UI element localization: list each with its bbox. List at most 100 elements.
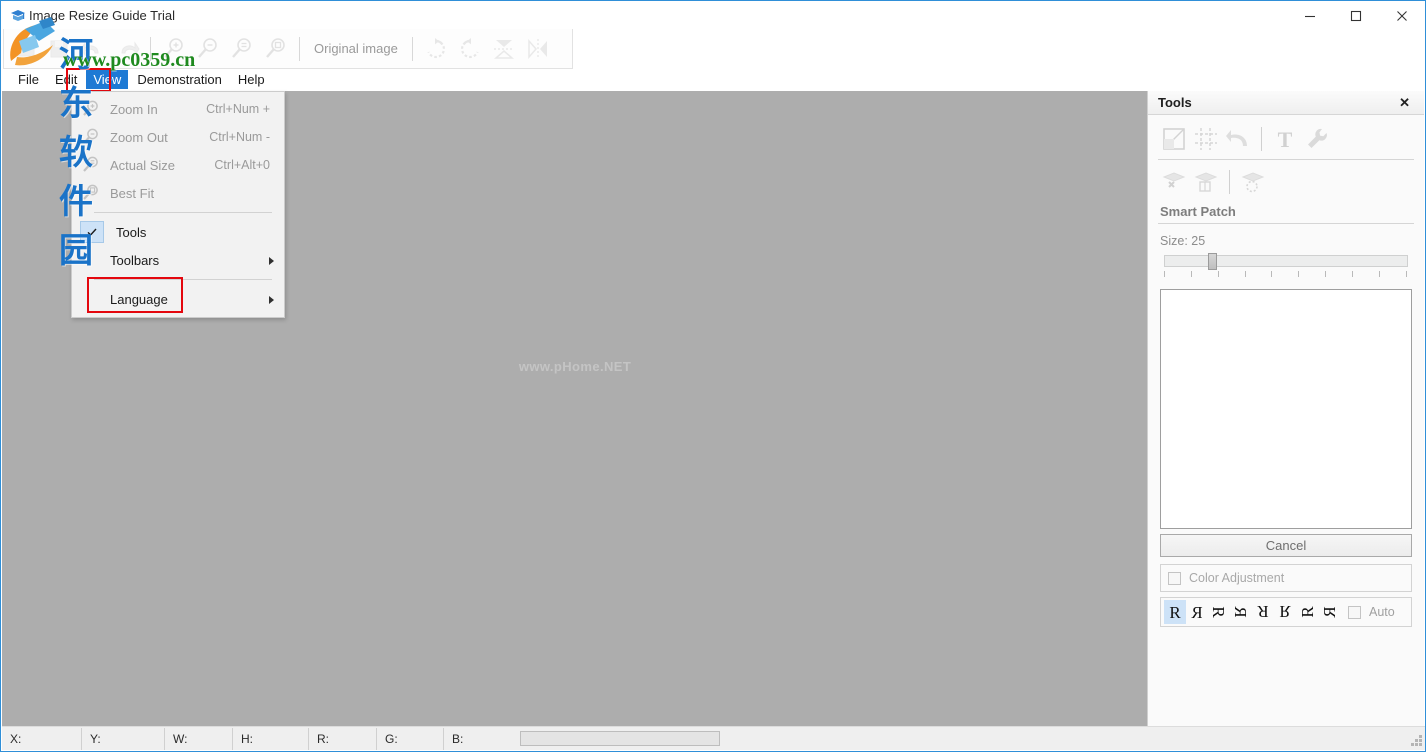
svg-text:R: R [1209,606,1228,618]
color-adjustment-label: Color Adjustment [1189,571,1285,585]
tools-divider-1 [1158,159,1414,160]
menu-view[interactable]: View [86,70,129,89]
menu-item-language[interactable]: Language [72,285,284,313]
crop-grid-icon[interactable] [1190,123,1222,155]
smart-patch-icon[interactable] [1237,166,1269,198]
best-fit-icon [76,179,106,207]
original-image-label[interactable]: Original image [306,41,406,56]
orientation-0[interactable]: R [1164,600,1186,624]
title-bar: Image Resize Guide Trial [1,1,1425,31]
menu-item-label: Zoom Out [110,129,168,145]
undo-icon[interactable] [76,32,110,66]
best-fit-icon[interactable] [259,32,293,66]
tools-divider-2 [1158,223,1414,224]
zoom-out-icon[interactable] [191,32,225,66]
menu-item-zoom-in[interactable]: Zoom In Ctrl+Num + [72,95,284,123]
app-icon [9,7,27,25]
menu-item-best-fit[interactable]: Best Fit [72,179,284,207]
wrench-icon[interactable] [1301,123,1333,155]
status-w: W: [165,727,233,750]
auto-label: Auto [1369,605,1395,619]
menu-help[interactable]: Help [231,70,272,89]
tools-panel-header: Tools ✕ [1148,91,1424,115]
slider-ticks [1164,271,1408,281]
menu-file[interactable]: File [11,70,46,89]
chevron-right-icon [269,296,274,304]
status-b: B: [452,731,464,746]
status-progress-bar [520,731,720,746]
color-adjustment-row[interactable]: Color Adjustment [1161,565,1411,591]
cancel-button[interactable]: Cancel [1160,534,1412,557]
tools-panel-close-icon[interactable]: ✕ [1391,95,1418,111]
resize-grip[interactable] [1411,735,1423,747]
resize-icon[interactable] [1158,123,1190,155]
menu-item-zoom-out[interactable]: Zoom Out Ctrl+Num - [72,123,284,151]
rotate-cw-icon[interactable] [419,32,453,66]
orientation-1[interactable]: R [1186,600,1208,624]
view-dropdown-menu: Zoom In Ctrl+Num + Zoom Out Ctrl+Num - A… [71,91,285,318]
zoom-in-icon[interactable] [157,32,191,66]
menu-separator-1 [94,212,272,213]
auto-checkbox[interactable] [1348,605,1361,619]
chevron-right-icon [269,257,274,265]
minimize-button[interactable] [1287,1,1333,31]
open-icon[interactable] [8,32,42,66]
svg-text:R: R [1169,603,1181,622]
menu-edit[interactable]: Edit [48,70,84,89]
orientation-row: R R R R R R R R Auto [1160,597,1412,627]
svg-text:R: R [1191,603,1203,622]
actual-size-icon [76,151,106,179]
color-adjustment-checkbox[interactable] [1168,571,1181,585]
menu-item-label: Zoom In [110,101,158,117]
tools-separator [1261,127,1262,151]
size-label: Size: 25 [1160,234,1206,248]
menu-item-label: Tools [116,224,147,240]
save-icon[interactable] [42,32,76,66]
patch-object-icon[interactable] [1190,166,1222,198]
maximize-button[interactable] [1333,1,1379,31]
flip-horizontal-icon[interactable] [521,32,555,66]
zoom-in-icon [76,95,106,123]
undo-arrow-icon[interactable] [1222,123,1254,155]
menu-item-toolbars[interactable]: Toolbars [72,246,284,274]
status-g: G: [377,727,444,750]
menu-item-actual-size[interactable]: Actual Size Ctrl+Alt+0 [72,151,284,179]
redo-icon[interactable] [110,32,144,66]
toolbar-separator-3 [411,36,413,61]
orientation-6[interactable]: R [1296,600,1318,624]
menu-item-label: Actual Size [110,157,176,173]
main-toolbar: Original image [3,29,573,69]
text-tool-icon[interactable]: T [1269,123,1301,155]
flip-vertical-icon[interactable] [487,32,521,66]
rotate-ccw-icon[interactable] [453,32,487,66]
menu-item-shortcut: Ctrl+Alt+0 [214,158,270,172]
orientation-3[interactable]: R [1230,600,1252,624]
orientation-2[interactable]: R [1208,600,1230,624]
zoom-out-icon [76,123,106,151]
status-y: Y: [82,727,165,750]
close-button[interactable] [1379,1,1425,31]
orientation-4[interactable]: R [1252,600,1274,624]
orientation-5[interactable]: R [1274,600,1296,624]
orientation-7[interactable]: R [1318,600,1340,624]
status-r: R: [309,727,377,750]
toolbar-separator-2 [299,36,300,61]
auto-orientation-row[interactable]: Auto [1348,605,1395,619]
application-window: Image Resize Guide Trial Original image … [0,0,1426,752]
window-controls [1287,1,1425,31]
actual-size-icon[interactable] [225,32,259,66]
patch-preview-box[interactable] [1160,289,1412,529]
window-title: Image Resize Guide Trial [29,8,175,23]
canvas-watermark: www.pHome.NET [518,359,632,374]
slider-thumb[interactable] [1208,253,1217,270]
checkmark-icon [80,221,104,243]
svg-text:R: R [1279,602,1291,621]
remove-object-icon[interactable] [1158,166,1190,198]
status-h: H: [233,727,309,750]
menu-item-shortcut: Ctrl+Num - [209,130,270,144]
size-slider[interactable] [1158,253,1414,270]
menu-item-tools[interactable]: Tools [72,218,284,246]
menu-demonstration[interactable]: Demonstration [130,70,229,89]
svg-text:R: R [1320,606,1339,618]
